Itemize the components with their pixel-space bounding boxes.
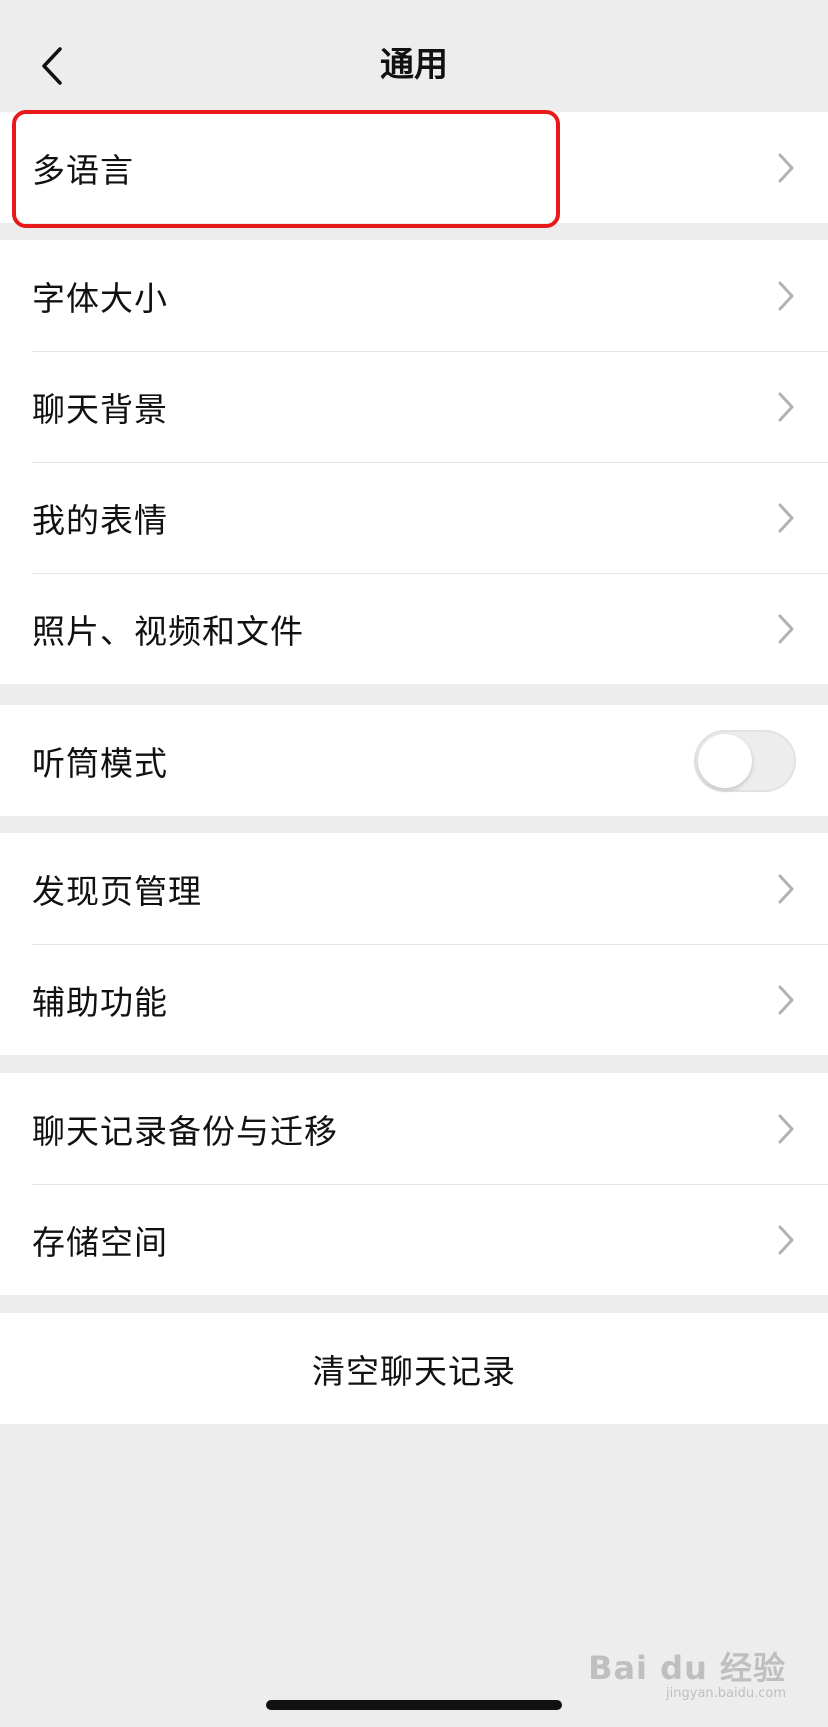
- earpiece-mode-item: 听筒模式: [0, 705, 828, 816]
- photos-videos-files-item[interactable]: 照片、视频和文件: [0, 573, 828, 684]
- font-size-item[interactable]: 字体大小: [0, 240, 828, 351]
- clear-group: 清空聊天记录: [0, 1313, 828, 1424]
- storage-group: 聊天记录备份与迁移 存储空间: [0, 1073, 828, 1295]
- chevron-right-icon: [778, 985, 794, 1014]
- chevron-right-icon: [778, 1114, 794, 1143]
- storage-space-item[interactable]: 存储空间: [0, 1184, 828, 1295]
- discover-management-item[interactable]: 发现页管理: [0, 833, 828, 944]
- chevron-right-icon: [778, 392, 794, 421]
- chevron-right-icon: [778, 1225, 794, 1254]
- chevron-right-icon: [778, 281, 794, 310]
- settings-general-screen: 通用 多语言 字体大小 聊天背景 我的表情 照片、视频和文件 听筒模式 发现页管…: [0, 0, 828, 1727]
- chevron-right-icon: [778, 874, 794, 903]
- language-group: 多语言: [0, 112, 828, 223]
- watermark-main-text: Bai du 经验: [588, 1649, 786, 1687]
- photos-videos-files-item-label: 照片、视频和文件: [32, 611, 304, 651]
- chevron-right-icon: [778, 153, 794, 182]
- language-item[interactable]: 多语言: [0, 112, 828, 223]
- earpiece-group: 听筒模式: [0, 705, 828, 816]
- font-size-item-label: 字体大小: [32, 278, 168, 318]
- earpiece-mode-toggle[interactable]: [694, 729, 796, 792]
- chat-background-item-label: 聊天背景: [32, 389, 168, 429]
- language-item-label: 多语言: [32, 150, 134, 190]
- baidu-jingyan-watermark: Bai du 经验 jingyan.baidu.com: [588, 1650, 786, 1702]
- display-group: 字体大小 聊天背景 我的表情 照片、视频和文件: [0, 240, 828, 684]
- page-title: 通用: [380, 45, 448, 85]
- home-indicator[interactable]: [266, 1700, 562, 1710]
- my-stickers-item-label: 我的表情: [32, 500, 168, 540]
- discover-management-item-label: 发现页管理: [32, 871, 202, 911]
- watermark-sub-text: jingyan.baidu.com: [666, 1686, 786, 1701]
- toggle-knob: [698, 733, 752, 788]
- navigation-bar: 通用: [0, 0, 828, 112]
- chevron-right-icon: [778, 503, 794, 532]
- chat-backup-migrate-item-label: 聊天记录备份与迁移: [32, 1111, 338, 1151]
- earpiece-mode-label: 听筒模式: [32, 743, 168, 783]
- my-stickers-item[interactable]: 我的表情: [0, 462, 828, 573]
- storage-space-item-label: 存储空间: [32, 1222, 168, 1262]
- accessibility-item-label: 辅助功能: [32, 982, 168, 1022]
- chat-background-item[interactable]: 聊天背景: [0, 351, 828, 462]
- chat-backup-migrate-item[interactable]: 聊天记录备份与迁移: [0, 1073, 828, 1184]
- accessibility-item[interactable]: 辅助功能: [0, 944, 828, 1055]
- clear-chat-history-button[interactable]: 清空聊天记录: [0, 1313, 828, 1424]
- discover-group: 发现页管理 辅助功能: [0, 833, 828, 1055]
- chevron-right-icon: [778, 614, 794, 643]
- clear-chat-history-label: 清空聊天记录: [312, 1351, 516, 1391]
